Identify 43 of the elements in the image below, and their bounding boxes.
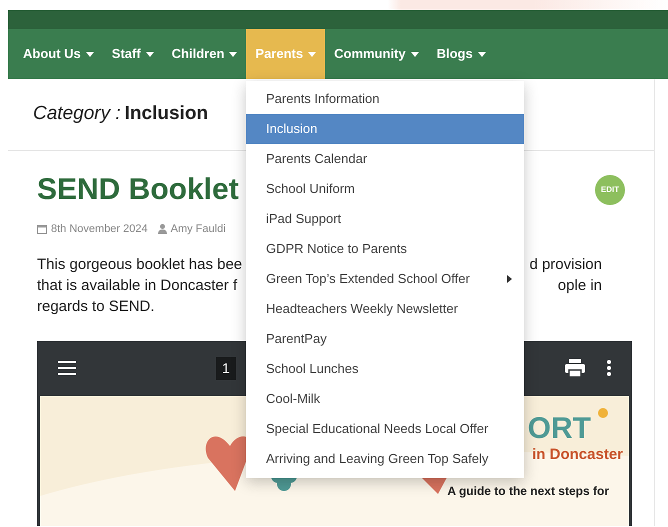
paragraph-text: d provision xyxy=(529,254,602,274)
menu-item[interactable]: iPad Support xyxy=(246,204,524,234)
menu-item[interactable]: Parents Calendar xyxy=(246,144,524,174)
menu-item[interactable]: Cool-Milk xyxy=(246,384,524,414)
post-date: 8th November 2024 xyxy=(51,222,148,237)
post-author: Amy Fauldi xyxy=(170,222,226,237)
document-text: in Doncaster xyxy=(532,444,623,464)
caret-icon xyxy=(229,52,238,56)
post-title: SEND Booklet xyxy=(37,175,239,205)
user-icon xyxy=(158,224,167,234)
calendar-icon xyxy=(37,224,47,234)
nav-tab[interactable]: Staff xyxy=(102,29,163,79)
paragraph-text: ople in xyxy=(558,276,602,296)
document-text: ORT xyxy=(528,414,591,444)
menu-item[interactable]: Green Top’s Extended School Offer xyxy=(246,264,524,294)
menu-icon[interactable] xyxy=(58,361,76,375)
paragraph-text: This gorgeous booklet has bee xyxy=(37,254,242,274)
category-label: Category : xyxy=(33,102,121,126)
nav-tab[interactable]: About Us xyxy=(14,29,103,79)
menu-item[interactable]: GDPR Notice to Parents xyxy=(246,234,524,264)
nav-tab[interactable]: Community xyxy=(325,29,428,79)
document-text: A guide to the next steps for xyxy=(447,483,609,500)
menu-item[interactable]: ParentPay xyxy=(246,324,524,354)
caret-icon xyxy=(410,52,419,56)
menu-item[interactable]: Arriving and Leaving Green Top Safely xyxy=(246,444,524,474)
caret-icon xyxy=(478,52,486,56)
menu-item[interactable]: Headteachers Weekly Newsletter xyxy=(246,294,524,324)
nav-tab[interactable]: Children xyxy=(162,29,246,79)
paragraph-text: that is available in Doncaster f xyxy=(37,276,238,296)
print-icon[interactable] xyxy=(565,359,585,377)
more-icon[interactable] xyxy=(607,360,611,376)
caret-icon xyxy=(86,52,94,56)
menu-item[interactable]: Parents Information xyxy=(246,84,524,114)
caret-icon xyxy=(308,52,316,56)
menu-item[interactable]: Special Educational Needs Local Offer xyxy=(246,414,524,444)
category-name: Inclusion xyxy=(124,102,208,126)
menu-item[interactable]: School Lunches xyxy=(246,354,524,384)
menu-item[interactable]: School Uniform xyxy=(246,174,524,204)
caret-icon xyxy=(146,52,154,56)
nav-tab[interactable]: Blogs xyxy=(428,29,495,79)
menu-item[interactable]: Inclusion xyxy=(246,114,524,144)
page-number-field[interactable]: 1 xyxy=(216,356,236,380)
paragraph-text: regards to SEND. xyxy=(37,296,155,316)
